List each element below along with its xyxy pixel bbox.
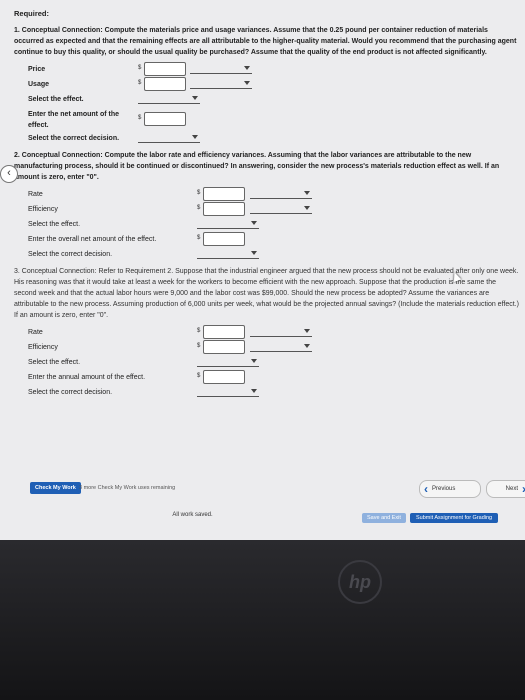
q3-efficiency-dollar: $: [197, 343, 201, 349]
q2-overall-input[interactable]: [203, 232, 245, 246]
q3-rate-label: Rate: [28, 329, 43, 336]
q1-effect-select[interactable]: [138, 93, 200, 104]
chevron-down-icon: [244, 66, 250, 70]
q2-efficiency-dollar: $: [197, 205, 201, 211]
previous-label: Previous: [432, 486, 456, 492]
next-label: Next: [505, 486, 518, 492]
q3-effect-row: Select the effect.: [14, 355, 519, 370]
q2-decision-row: Select the correct decision.: [14, 247, 519, 262]
chevron-down-icon: [251, 221, 257, 225]
q3-rate-row: Rate $: [14, 325, 519, 340]
q3-efficiency-row: Efficiency $: [14, 340, 519, 355]
checks-remaining-text: 3 more Check My Work uses remaining: [79, 485, 176, 491]
q1-usage-row: Usage $: [14, 77, 519, 92]
q2-rate-dollar: $: [197, 190, 201, 196]
next-button[interactable]: Next ›: [486, 480, 525, 498]
q2-efficiency-input[interactable]: [203, 202, 245, 216]
q3-effect-label: Select the effect.: [28, 359, 81, 366]
q3-annual-input[interactable]: [203, 370, 245, 384]
q3-decision-label: Select the correct decision.: [28, 389, 113, 396]
q1-price-label: Price: [28, 66, 46, 73]
q1-decision-label: Select the correct decision.: [28, 135, 120, 142]
q1-usage-input[interactable]: [144, 77, 186, 91]
q2-rate-select[interactable]: [250, 188, 312, 199]
laptop-bezel: [0, 540, 525, 700]
q3-decision-row: Select the correct decision.: [14, 385, 519, 400]
required-heading: Required:: [14, 9, 50, 18]
chevron-down-icon: [251, 359, 257, 363]
q2-decision-select[interactable]: [197, 248, 259, 259]
q3-annual-row: Enter the annual amount of the effect. $: [14, 370, 519, 385]
question-3-text: 3. Conceptual Connection: Refer to Requi…: [14, 268, 519, 319]
question-1-text: 1. Conceptual Connection: Compute the ma…: [14, 27, 517, 56]
chevron-down-icon: [251, 389, 257, 393]
q2-efficiency-label: Efficiency: [28, 206, 58, 213]
q3-effect-select[interactable]: [197, 356, 259, 367]
check-my-work-button[interactable]: Check My Work: [30, 482, 81, 494]
q2-effect-select[interactable]: [197, 218, 259, 229]
q1-net-row: Enter the net amount of the effect. $: [14, 107, 519, 131]
side-nav-back-button[interactable]: ‹: [0, 165, 18, 183]
chevron-down-icon: [244, 81, 250, 85]
chevron-down-icon: [304, 191, 310, 195]
q2-overall-dollar: $: [197, 235, 201, 241]
q3-decision-select[interactable]: [197, 386, 259, 397]
q1-effect-label: Select the effect.: [28, 96, 84, 103]
q3-rate-dollar: $: [197, 328, 201, 334]
q1-price-input[interactable]: [144, 62, 186, 76]
q3-annual-dollar: $: [197, 373, 201, 379]
work-footer: Check My Work 3 more Check My Work uses …: [14, 480, 525, 500]
chevron-down-icon: [304, 344, 310, 348]
chevron-down-icon: [304, 329, 310, 333]
q1-price-row: Price $: [14, 62, 519, 77]
q3-annual-label: Enter the annual amount of the effect.: [28, 374, 146, 381]
chevron-down-icon: [192, 135, 198, 139]
chevron-down-icon: [192, 96, 198, 100]
chevron-left-icon: ‹: [7, 167, 11, 179]
q2-overall-row: Enter the overall net amount of the effe…: [14, 232, 519, 247]
q2-effect-row: Select the effect.: [14, 217, 519, 232]
q2-efficiency-row: Efficiency $: [14, 202, 519, 217]
q2-decision-label: Select the correct decision.: [28, 251, 113, 258]
q1-price-dollar: $: [138, 65, 142, 71]
q3-rate-select[interactable]: [250, 326, 312, 337]
q1-price-select[interactable]: [190, 63, 252, 74]
chevron-down-icon: [304, 206, 310, 210]
hp-logo: hp: [338, 560, 382, 604]
q3-efficiency-input[interactable]: [203, 340, 245, 354]
q1-usage-label: Usage: [28, 81, 50, 88]
assignment-content: Required: 1. Conceptual Connection: Comp…: [14, 8, 519, 400]
q1-usage-dollar: $: [138, 80, 142, 86]
q2-effect-label: Select the effect.: [28, 221, 81, 228]
q1-net-label: Enter the net amount of the effect.: [28, 111, 119, 129]
browser-screen: Required: 1. Conceptual Connection: Comp…: [0, 0, 525, 540]
q1-decision-row: Select the correct decision.: [14, 131, 519, 146]
q3-efficiency-select[interactable]: [250, 341, 312, 352]
q2-rate-label: Rate: [28, 191, 43, 198]
q2-rate-input[interactable]: [203, 187, 245, 201]
question-2-text: 2. Conceptual Connection: Compute the la…: [14, 152, 500, 181]
q1-usage-select[interactable]: [190, 78, 252, 89]
previous-button[interactable]: ‹ Previous: [419, 480, 481, 498]
chevron-down-icon: [251, 251, 257, 255]
chevron-left-icon: ‹: [424, 482, 428, 496]
q2-overall-label: Enter the overall net amount of the effe…: [28, 236, 157, 243]
q3-efficiency-label: Efficiency: [28, 344, 58, 351]
q1-effect-row: Select the effect.: [14, 92, 519, 107]
q1-net-dollar: $: [138, 115, 142, 121]
q2-efficiency-select[interactable]: [250, 203, 312, 214]
q1-decision-select[interactable]: [138, 132, 200, 143]
q2-rate-row: Rate $: [14, 187, 519, 202]
save-and-exit-button[interactable]: Save and Exit: [362, 513, 406, 523]
q3-rate-input[interactable]: [203, 325, 245, 339]
q1-net-input[interactable]: [144, 112, 186, 126]
submit-assignment-button[interactable]: Submit Assignment for Grading: [410, 513, 499, 523]
